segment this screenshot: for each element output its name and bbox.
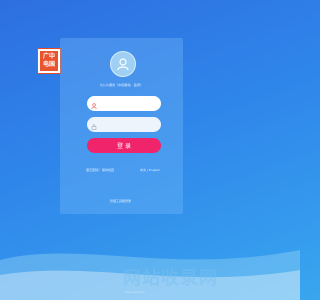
language-switch-link[interactable]: 中文 | English: [140, 168, 160, 172]
brand-logo: 广中 电国: [37, 48, 61, 74]
password-input[interactable]: [100, 121, 156, 128]
forgot-password-link[interactable]: 遗忘密码？ 随时找回: [86, 168, 114, 172]
username-field[interactable]: [87, 96, 161, 111]
lock-icon: [91, 115, 97, 134]
login-panel: 为公众服务（中国移动 · 政府） 登 录 遗忘密码？ 随时找回 中文 | Eng…: [60, 38, 183, 214]
user-icon: [91, 94, 97, 113]
logo-text-line1: 广中: [42, 53, 55, 60]
login-button[interactable]: 登 录: [87, 138, 161, 153]
footer-url: www.zszlw.cn: [125, 290, 146, 294]
username-input[interactable]: [100, 100, 156, 107]
watermark-text: 网站收录网: [123, 268, 218, 289]
logo-text-line2: 电国: [42, 61, 55, 68]
login-subtitle: 为公众服务（中国移动 · 政府）: [99, 83, 144, 87]
admin-login-link[interactable]: 管理工具箱登录: [110, 199, 131, 203]
password-field[interactable]: [87, 117, 161, 132]
user-avatar-icon: [110, 51, 136, 77]
